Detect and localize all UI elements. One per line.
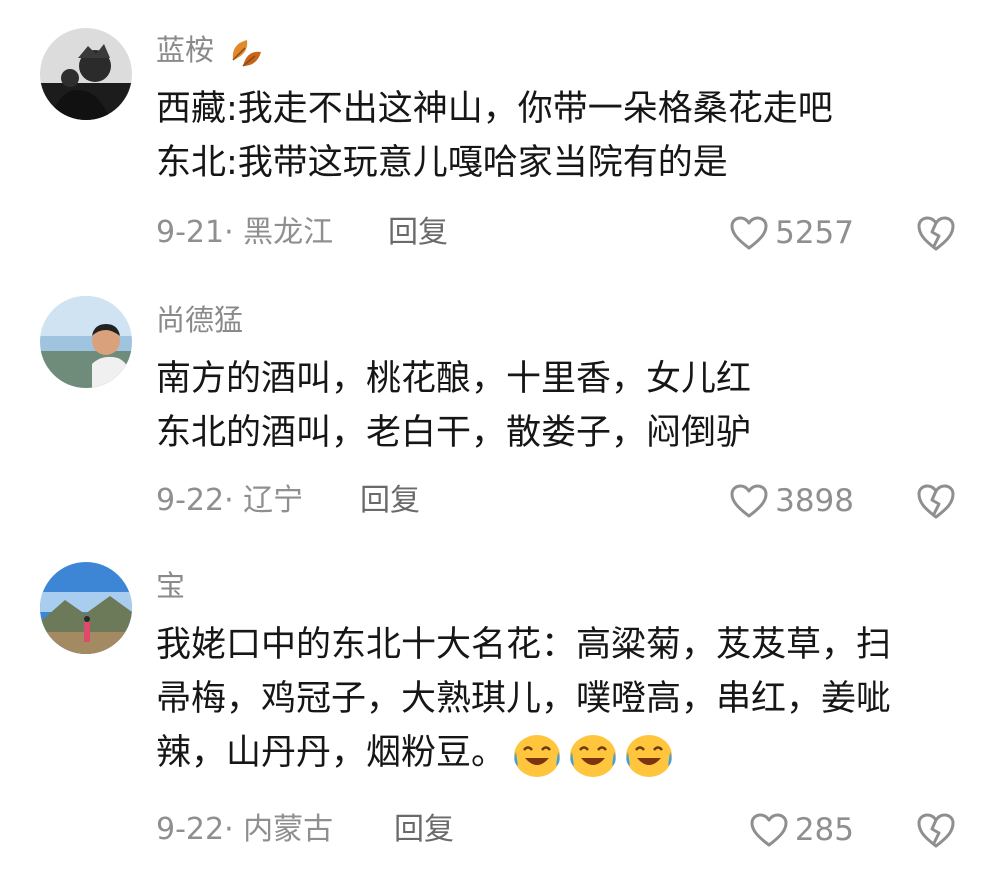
comment-line: 东北:我带这玩意儿嘎哈家当院有的是 [156, 143, 728, 183]
avatar[interactable] [40, 28, 132, 120]
reply-button[interactable]: 回复 [394, 810, 454, 850]
username[interactable]: 尚德猛 [156, 300, 243, 340]
broken-heart-icon [917, 813, 955, 848]
autumn-leaf-icon [225, 32, 265, 72]
reply-button[interactable]: 回复 [388, 213, 448, 253]
avatar[interactable] [40, 296, 132, 388]
heart-outline-icon [750, 813, 788, 847]
comment-line: 我姥口中的东北十大名花：高粱菊，芨芨草，扫 [156, 625, 892, 665]
comment-meta: 9-21· 黑龙江 回复 [156, 213, 448, 253]
heart-outline-icon [730, 216, 768, 250]
comment-item: 蓝桉 西藏:我走不出这神山，你带一朵格桑花走吧 东北:我带这玩意儿嘎哈家当院有的… [0, 0, 1000, 280]
comment-line: 帚梅，鸡冠子，大熟琪儿，噗噔高，串红，姜呲 [156, 679, 892, 719]
broken-heart-icon [917, 484, 955, 519]
bw-cartoon-avatar-icon [40, 28, 132, 120]
like-button[interactable]: 285 [749, 810, 854, 850]
dislike-button[interactable] [916, 810, 956, 850]
date-location: 9-21· 黑龙江 [156, 215, 334, 250]
emoji-group [512, 727, 680, 781]
username[interactable]: 蓝桉 [156, 30, 265, 72]
comment-meta: 9-22· 内蒙古 回复 [156, 810, 454, 850]
comment-line: 辣，山丹丹，烟粉豆。 [156, 726, 956, 781]
comment-line: 南方的酒叫，桃花酿，十里香，女儿红 [156, 359, 752, 399]
comment-item: 宝 我姥口中的东北十大名花：高粱菊，芨芨草，扫 帚梅，鸡冠子，大熟琪儿，噗噔高，… [0, 550, 1000, 870]
heart-outline-icon [730, 484, 768, 518]
landscape-photo-avatar-icon [40, 562, 132, 654]
date-location: 9-22· 内蒙古 [156, 812, 334, 847]
date-location: 9-22· 辽宁 [156, 483, 304, 518]
like-count: 5257 [775, 215, 854, 251]
comment-text: 西藏:我走不出这神山，你带一朵格桑花走吧 东北:我带这玩意儿嘎哈家当院有的是 [156, 82, 956, 190]
comment-text: 我姥口中的东北十大名花：高粱菊，芨芨草，扫 帚梅，鸡冠子，大熟琪儿，噗噔高，串红… [156, 618, 956, 781]
comment-line: 西藏:我走不出这神山，你带一朵格桑花走吧 [156, 89, 833, 129]
broken-heart-icon [917, 216, 955, 251]
dislike-button[interactable] [916, 481, 956, 521]
crying-laughing-emoji [570, 735, 617, 777]
like-count: 3898 [775, 483, 854, 519]
comment-line: 东北的酒叫，老白干，散娄子，闷倒驴 [156, 413, 752, 453]
like-button[interactable]: 5257 [729, 213, 854, 253]
username[interactable]: 宝 [156, 566, 185, 606]
comment-meta: 9-22· 辽宁 回复 [156, 481, 420, 521]
comment-text: 南方的酒叫，桃花酿，十里香，女儿红 东北的酒叫，老白干，散娄子，闷倒驴 [156, 352, 956, 460]
dislike-button[interactable] [916, 213, 956, 253]
man-photo-avatar-icon [40, 296, 132, 388]
like-count: 285 [794, 812, 854, 848]
reply-button[interactable]: 回复 [360, 481, 420, 521]
crying-laughing-emoji [514, 735, 561, 777]
like-button[interactable]: 3898 [729, 481, 854, 521]
crying-laughing-emoji [626, 735, 673, 777]
comment-item: 尚德猛 南方的酒叫，桃花酿，十里香，女儿红 东北的酒叫，老白干，散娄子，闷倒驴 … [0, 280, 1000, 550]
avatar[interactable] [40, 562, 132, 654]
